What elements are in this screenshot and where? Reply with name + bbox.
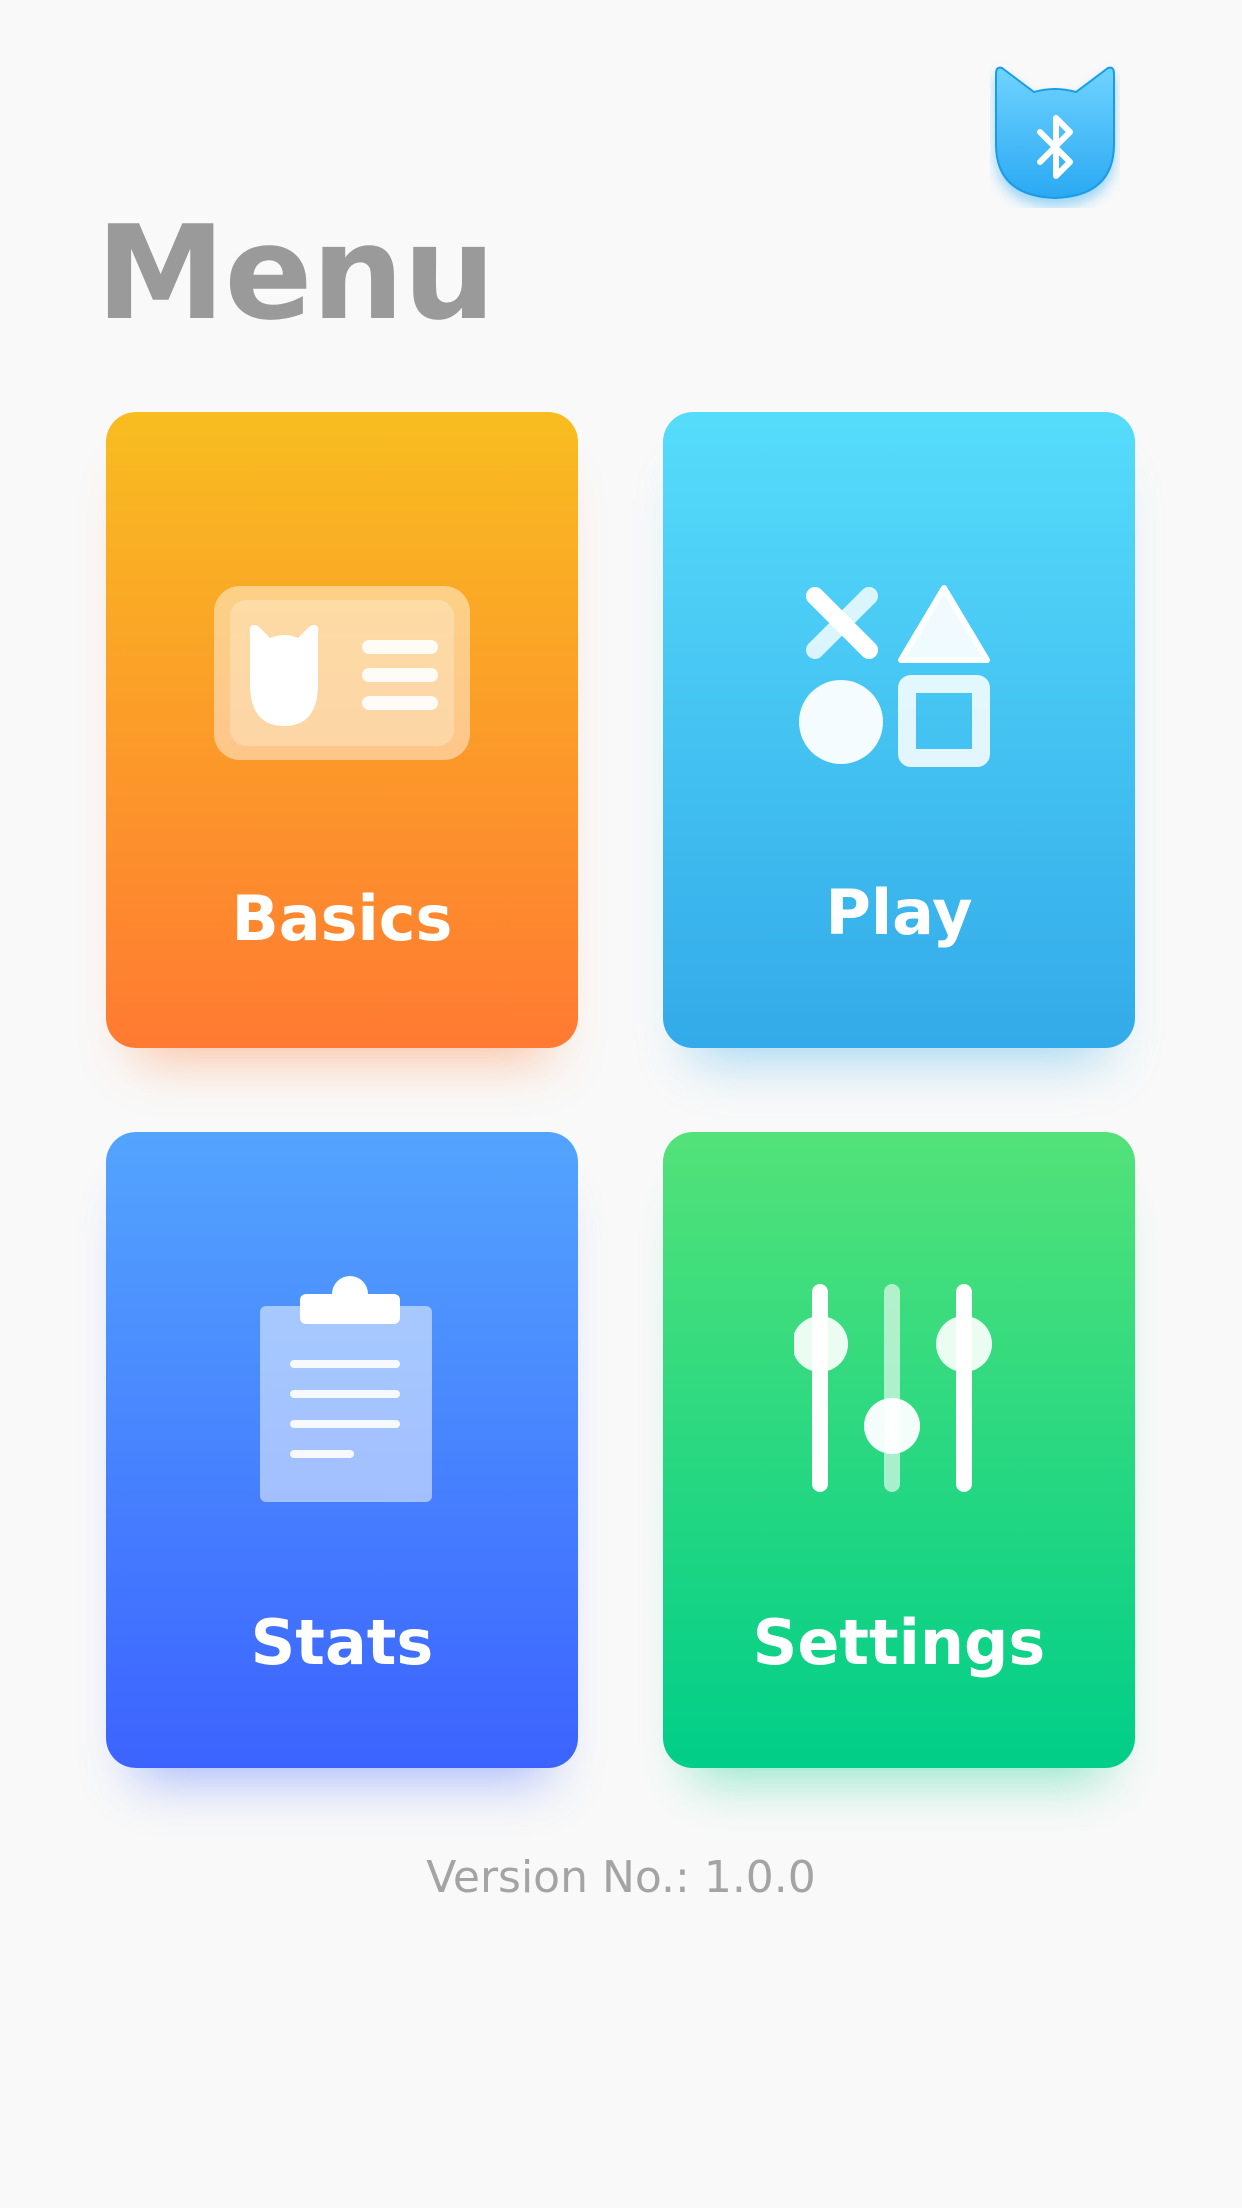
- clipboard-icon: [260, 1276, 432, 1502]
- settings-label: Settings: [752, 1606, 1046, 1679]
- stats-label: Stats: [250, 1606, 434, 1679]
- version-number: Version No.: 1.0.0: [426, 1852, 816, 1903]
- basics-tile[interactable]: Basics: [106, 412, 578, 1048]
- bluetooth-cat-icon: [995, 66, 1115, 200]
- menu-screen: Menu Basics Play Stats Settings Version …: [0, 0, 1242, 2208]
- play-label: Play: [825, 876, 973, 949]
- cat-id-card-icon: [214, 586, 470, 760]
- play-tile[interactable]: Play: [663, 412, 1135, 1048]
- settings-icon-wrap: [663, 1280, 1135, 1496]
- stats-icon-wrap: [106, 1276, 578, 1506]
- basics-label: Basics: [231, 882, 453, 955]
- bluetooth-button[interactable]: [990, 58, 1120, 208]
- stats-tile[interactable]: Stats: [106, 1132, 578, 1768]
- game-shapes-icon: [799, 585, 990, 767]
- play-icon-wrap: [663, 580, 1135, 770]
- sliders-icon: [794, 1284, 992, 1492]
- basics-icon-wrap: [106, 584, 578, 764]
- page-title: Menu: [96, 197, 496, 349]
- settings-tile[interactable]: Settings: [663, 1132, 1135, 1768]
